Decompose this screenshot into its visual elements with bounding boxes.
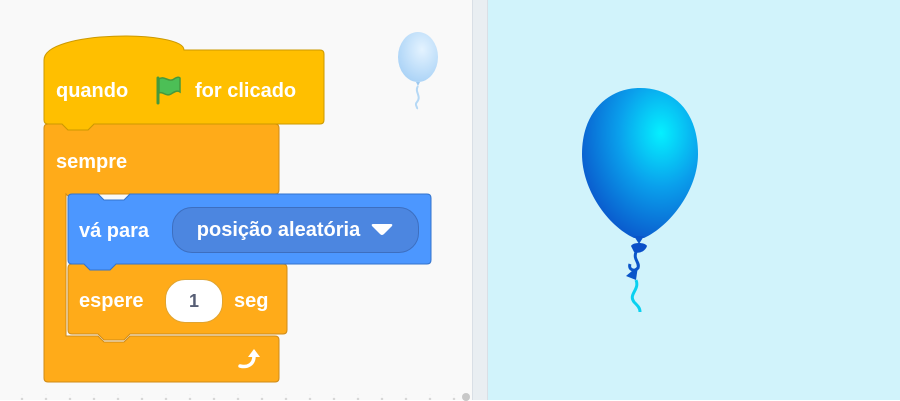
balloon-sprite[interactable] bbox=[578, 86, 708, 321]
code-area[interactable]: quando for clicado sempre vá para posiçã… bbox=[0, 0, 472, 400]
goto-target-dropdown[interactable]: posição aleatória bbox=[172, 207, 419, 253]
panel-divider bbox=[472, 0, 488, 400]
loop-arrow-icon bbox=[236, 346, 264, 377]
green-flag-icon[interactable] bbox=[152, 74, 184, 111]
wait-unit-label: seg bbox=[234, 290, 269, 312]
caret-down-icon bbox=[370, 219, 394, 242]
stage[interactable] bbox=[488, 0, 900, 400]
wait-seconds-input[interactable]: 1 bbox=[165, 279, 223, 323]
goto-label: vá para bbox=[79, 220, 150, 242]
balloon-icon bbox=[396, 30, 442, 115]
hat-prefix-label: quando bbox=[56, 80, 129, 102]
forever-label: sempre bbox=[56, 151, 128, 173]
hat-suffix-label: for clicado bbox=[195, 80, 297, 102]
wait-seconds-value: 1 bbox=[188, 290, 199, 311]
wait-label: espere bbox=[79, 290, 144, 312]
goto-target-value: posição aleatória bbox=[196, 218, 361, 241]
code-area-grid-dots bbox=[0, 394, 472, 400]
